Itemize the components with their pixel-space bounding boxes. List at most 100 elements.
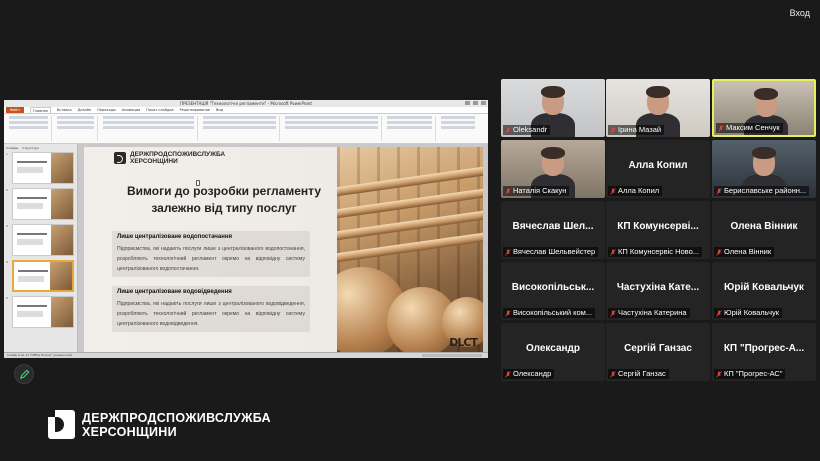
participant-display-name: КП "Прогрес-А... [723, 343, 805, 354]
participant-name: Ірина Мазай [618, 125, 662, 134]
brand-line2: ХЕРСОНЩИНИ [82, 424, 177, 439]
participant-tile[interactable]: Частухіна Кате... Частухіна Катерина [606, 262, 710, 320]
info-card-water-supply: Лише централізоване водопостачання Підпр… [112, 231, 310, 277]
card-text: Підприємства, які надають послуги лише з… [117, 301, 305, 327]
participant-name: Олександр [513, 369, 552, 378]
tab-slideshow[interactable]: Показ слайдов [146, 107, 173, 113]
participant-tile[interactable]: Ірина Мазай [606, 79, 710, 137]
tab-insert[interactable]: Вставка [57, 107, 72, 113]
exit-button[interactable]: Вход [790, 8, 810, 18]
participant-name-label: Високопільський ком... [503, 308, 596, 318]
slide-org-name-line2: ХЕРСОНЩИНИ [130, 158, 178, 165]
org-brand: ДЕРЖПРОДСПОЖИВСЛУЖБА ХЕРСОНЩИНИ [48, 410, 271, 439]
zoom-slider[interactable] [422, 354, 482, 357]
tab-review[interactable]: Рецензирование [180, 107, 211, 113]
participant-name: Максим Сенчук [726, 123, 780, 132]
participant-display-name: Вячеслав Шел... [512, 221, 594, 232]
tab-animation[interactable]: Анимация [122, 107, 141, 113]
slide-thumbnails-panel: Слайды Структура 1 2 3 4 5 [4, 144, 78, 352]
ribbon-group-paragraph[interactable] [200, 116, 280, 141]
participant-name: Наталія Скакун [513, 186, 567, 195]
muted-mic-icon [505, 248, 511, 256]
ribbon-group-styles[interactable] [384, 116, 436, 141]
ribbon-group-editing[interactable] [438, 116, 478, 141]
participant-tile[interactable]: Юрій Ковальчук Юрій Ковальчук [712, 262, 816, 320]
ribbon-group-drawing[interactable] [282, 116, 382, 141]
participant-tile[interactable]: Олена Вінник Олена Вінник [712, 201, 816, 259]
slide-thumbnail[interactable]: 2 [6, 188, 75, 220]
tab-home[interactable]: Главная [29, 107, 51, 113]
participant-tile[interactable]: КП "Прогрес-А... КП "Прогрес-АС" [712, 323, 816, 381]
participant-tile[interactable]: Максим Сенчук [712, 79, 816, 137]
participant-name-label: Максим Сенчук [716, 123, 783, 133]
powerpoint-window-title: ПРЕЗЕНТАЦІЯ "Технологічні регламенти" - … [180, 101, 312, 106]
participant-display-name: Частухіна Кате... [616, 282, 700, 293]
participant-name: Бериславське районн... [724, 186, 807, 195]
participant-tile[interactable]: Oleksandr [501, 79, 605, 137]
org-logo-icon [114, 152, 126, 164]
muted-mic-icon [505, 187, 511, 195]
ribbon-tabs: Файл Главная Вставка Дизайн Переходы Ани… [4, 107, 488, 114]
participant-name-label: Наталія Скакун [503, 186, 570, 196]
participant-display-name: Олена Вінник [730, 221, 798, 232]
participant-name: КП Комунсервіс Ново... [618, 247, 700, 256]
muted-mic-icon [716, 248, 722, 256]
slide-thumbnail-selected[interactable]: 4 [6, 260, 75, 292]
tab-view[interactable]: Вид [216, 107, 223, 113]
muted-mic-icon [505, 126, 511, 134]
pipes-photo: DLCT [337, 147, 483, 352]
tab-design[interactable]: Дизайн [78, 107, 92, 113]
participant-tile[interactable]: Наталія Скакун [501, 140, 605, 198]
close-icon[interactable] [481, 101, 486, 105]
participant-tile[interactable]: Сергій Ганзас Сергій Ганзас [606, 323, 710, 381]
participant-tile[interactable]: Високопільськ... Високопільський ком... [501, 262, 605, 320]
participant-display-name: Алла Копил [628, 160, 688, 171]
current-slide: ДЕРЖПРОДСПОЖИВСЛУЖБА ХЕРСОНЩИНИ Вимоги д… [84, 147, 483, 352]
participant-tile[interactable]: КП Комунсерві... КП Комунсервіс Ново... [606, 201, 710, 259]
ribbon-group-slides[interactable] [54, 116, 98, 141]
slide-thumbnail[interactable]: 3 [6, 224, 75, 256]
participant-name: Сергій Ганзас [618, 369, 666, 378]
participant-name-label: Олена Вінник [714, 247, 775, 257]
tab-transitions[interactable]: Переходы [97, 107, 116, 113]
maximize-icon[interactable] [473, 101, 478, 105]
tab-outline[interactable]: Структура [22, 146, 39, 150]
participant-name-label: Сергій Ганзас [608, 369, 669, 379]
participant-name-label: Юрій Ковальчук [714, 308, 783, 318]
participant-name-label: Частухіна Катерина [608, 308, 690, 318]
participant-display-name: Сергій Ганзас [624, 343, 692, 354]
slide-canvas: ДЕРЖПРОДСПОЖИВСЛУЖБА ХЕРСОНЩИНИ Вимоги д… [78, 144, 488, 352]
zoom-meeting-window: Вход ПРЕЗЕНТАЦІЯ "Технологічні регламент… [0, 0, 820, 461]
tab-slides[interactable]: Слайды [6, 146, 18, 150]
participant-name: Юрій Ковальчук [724, 308, 780, 317]
minimize-icon[interactable] [465, 101, 470, 105]
slide-watermark: DLCT [449, 336, 478, 349]
slide-thumbnail[interactable]: 1 [6, 152, 75, 184]
tab-file[interactable]: Файл [6, 107, 24, 113]
muted-mic-icon [505, 309, 511, 317]
muted-mic-icon [610, 187, 616, 195]
powerpoint-title-bar: ПРЕЗЕНТАЦІЯ "Технологічні регламенти" - … [4, 100, 488, 107]
shared-screen: ПРЕЗЕНТАЦІЯ "Технологічні регламенти" - … [4, 100, 488, 358]
participant-name-label: Олександр [503, 369, 555, 379]
participant-name-label: Бериславське районн... [714, 186, 810, 196]
muted-mic-icon [505, 370, 511, 378]
muted-mic-icon [716, 187, 722, 195]
brand-line1: ДЕРЖПРОДСПОЖИВСЛУЖБА [82, 410, 271, 425]
participant-display-name: Олександр [525, 343, 581, 354]
participant-name-label: КП Комунсервіс Ново... [608, 247, 703, 257]
participant-tile[interactable]: Вячеслав Шел... Вячеслав Шельвейстер [501, 201, 605, 259]
slide-thumbnail[interactable]: 5 [6, 296, 75, 328]
ribbon-group-font[interactable] [100, 116, 198, 141]
participant-tile[interactable]: Бериславське районн... [712, 140, 816, 198]
participant-tile[interactable]: Алла Копил Алла Копил [606, 140, 710, 198]
participant-tile[interactable]: Олександр Олександр [501, 323, 605, 381]
muted-mic-icon [716, 370, 722, 378]
participant-name-label: КП "Прогрес-АС" [714, 369, 786, 379]
muted-mic-icon [610, 309, 616, 317]
ribbon-group-clipboard[interactable] [6, 116, 52, 141]
powerpoint-workspace: Слайды Структура 1 2 3 4 5 ДЕРЖПРОДСПОЖИ… [4, 144, 488, 352]
brand-logo-icon [48, 410, 75, 439]
participant-name-label: Ірина Мазай [608, 125, 665, 135]
annotate-pen-button[interactable] [14, 364, 34, 384]
